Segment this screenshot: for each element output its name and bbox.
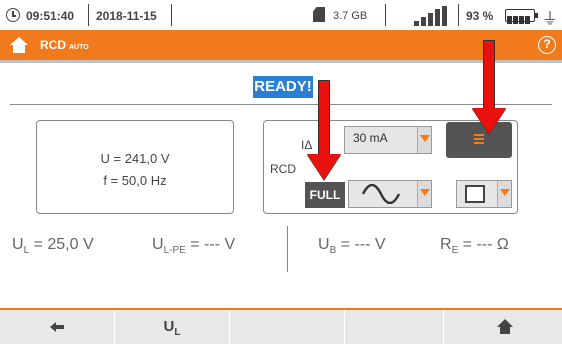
home-icon [497, 319, 513, 335]
chevron-down-icon [417, 127, 431, 153]
status-separator [385, 4, 386, 26]
ulpe-measurement: UL-PE = --- V [152, 236, 236, 257]
bottom-nav: UL [0, 308, 562, 344]
current-value: 30 mA [353, 131, 388, 145]
nav-empty-button[interactable] [230, 310, 345, 344]
divider [10, 104, 552, 105]
home-icon[interactable] [10, 37, 28, 53]
ul-measurement: UL = 25,0 V [12, 236, 94, 257]
frequency-readout: f = 50,0 Hz [103, 173, 167, 188]
clock-icon [6, 8, 20, 22]
status-separator [171, 4, 172, 26]
title-subtitle: AUTO [69, 44, 89, 51]
status-separator [88, 4, 89, 26]
red-arrow-pointer [307, 80, 341, 180]
sd-card-icon [313, 7, 325, 22]
waveform-dropdown[interactable] [348, 180, 432, 208]
home-button[interactable] [444, 310, 562, 344]
current-dropdown[interactable]: 30 mA [344, 126, 432, 154]
ready-status-badge: READY! [253, 76, 313, 98]
title-text: RCD [40, 38, 66, 52]
nav-empty-button[interactable] [345, 310, 444, 344]
sine-wave-icon [361, 184, 401, 204]
time-text: 09:51:40 [26, 9, 75, 23]
mains-info-box: U = 241,0 V f = 50,0 Hz [36, 120, 234, 214]
battery-percent: 93 % [466, 9, 494, 23]
signal-icon [414, 6, 448, 26]
rcd-label: RCD [270, 162, 296, 176]
checkbox-square-icon [465, 185, 485, 203]
power-plug-icon: ⏚ [542, 11, 559, 28]
rcd-type-dropdown[interactable] [456, 180, 512, 208]
ub-measurement: UB = --- V [318, 236, 386, 257]
storage-text: 3.7 GB [333, 10, 368, 22]
measurement-divider [287, 226, 288, 272]
ul-label: UL [163, 318, 181, 338]
help-button[interactable]: ? [538, 36, 556, 54]
chevron-down-icon [497, 181, 511, 207]
date-text: 2018-11-15 [96, 9, 157, 23]
full-mode-button[interactable]: FULL [305, 182, 345, 208]
chevron-down-icon [417, 181, 431, 207]
status-bar: 09:51:40 2018-11-15 3.7 GB 93 % ⏚ [0, 0, 562, 30]
back-button[interactable] [0, 310, 115, 344]
red-arrow-pointer [472, 40, 506, 140]
page-title: RCD AUTO [40, 38, 89, 52]
ul-button[interactable]: UL [115, 310, 230, 344]
re-measurement: RE = --- Ω [440, 236, 509, 257]
battery-icon [505, 9, 538, 24]
arrow-left-icon [50, 322, 64, 332]
voltage-readout: U = 241,0 V [100, 151, 170, 166]
status-separator [458, 4, 459, 26]
